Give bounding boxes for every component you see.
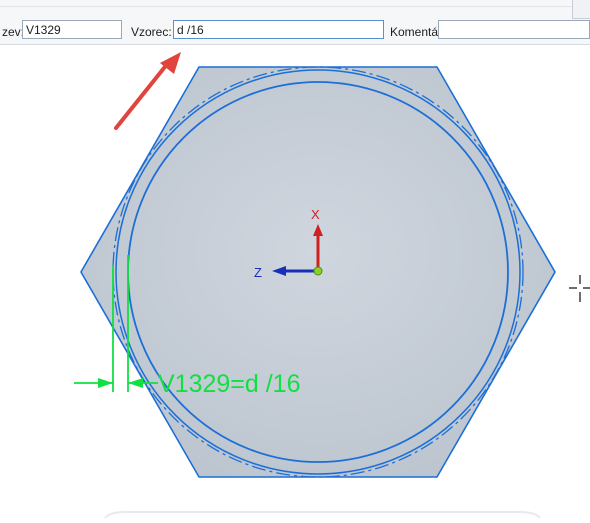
toolbar-corner-button[interactable]: [572, 0, 590, 19]
dimension-label[interactable]: V1329=d /16: [158, 370, 301, 398]
toolbar-divider: [0, 6, 590, 7]
axis-z-label: Z: [254, 265, 262, 280]
comment-field[interactable]: [438, 20, 590, 39]
bottom-panel-edge: [104, 511, 541, 519]
formula-field[interactable]: d /16: [173, 20, 384, 39]
formula-label: Vzorec:: [131, 25, 172, 39]
axis-x-label: X: [311, 207, 320, 222]
name-field[interactable]: V1329: [22, 20, 122, 39]
crosshair-cursor-icon: [569, 275, 590, 302]
variable-edit-toolbar: zev: V1329 Vzorec: d /16 Komentář:: [0, 0, 590, 45]
name-label: zev:: [2, 25, 25, 39]
graphics-viewport[interactable]: X Z V1329=d /16: [0, 45, 590, 519]
